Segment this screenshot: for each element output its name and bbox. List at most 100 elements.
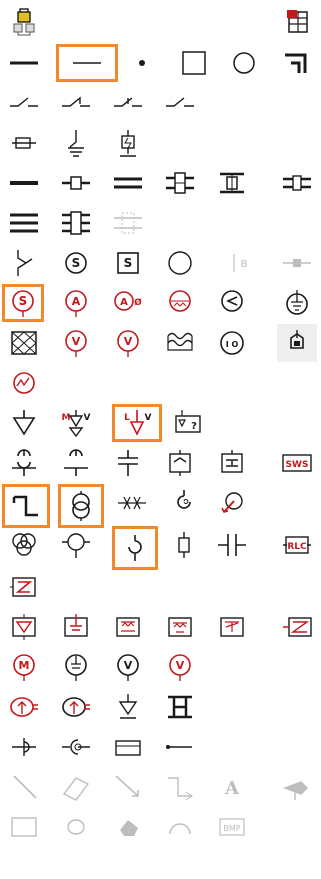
draw-rect-icon [4,808,44,846]
ground-lv-tool[interactable]: L V [112,404,162,442]
source-s-box-label: S [124,256,133,270]
table-grid-icon[interactable] [277,4,317,42]
voltmeter-3-icon[interactable]: V [108,648,148,686]
coil-2-icon[interactable] [56,444,96,482]
protection-6-icon[interactable] [277,608,317,646]
direction-meter-icon[interactable] [212,284,252,322]
ammeter-digital-a: A [120,297,128,308]
rlc-icon[interactable]: RLC [277,526,317,564]
ground-down-icon[interactable] [108,688,148,726]
voltmeter-icon[interactable]: V [56,324,96,362]
voltmeter-3-label: V [124,659,133,672]
transformer-tool[interactable] [58,484,104,528]
plug-icon[interactable] [4,728,44,766]
protection-3-icon[interactable] [108,608,148,646]
spiral-icon[interactable] [164,484,204,522]
circle-icon[interactable] [224,44,264,82]
timer-meter-icon[interactable] [4,364,44,402]
io-meter-icon[interactable]: I O [212,324,252,362]
coil-icon[interactable] [4,444,44,482]
generator-box-icon[interactable] [212,444,252,482]
protection-5-icon[interactable] [212,608,252,646]
bracket-icon[interactable] [277,44,317,82]
load-box-icon[interactable] [160,444,200,482]
draw-line-icon [4,768,44,806]
draw-diamond-icon [56,768,96,806]
vertical-breaker-icon[interactable] [212,164,252,202]
rectangle-icon[interactable] [174,44,214,82]
switch-open-icon[interactable] [4,84,44,122]
capacitor-icon[interactable] [212,526,252,564]
lv-label-l: L [124,413,130,423]
busbar-icon[interactable] [4,164,44,202]
draw-bmp-icon: BMP [212,808,252,846]
bus-tie-icon[interactable] [277,164,317,202]
protection-1-icon[interactable] [4,608,44,646]
step-line-tool[interactable] [2,484,50,528]
voltmeter-4-label: V [176,659,185,672]
crossed-coupling-icon[interactable] [112,484,152,522]
protection-2-icon[interactable] [56,608,96,646]
ground-question-label: ? [191,421,197,432]
voltmeter-2-icon[interactable]: V [108,324,148,362]
i-beam-icon[interactable] [160,688,200,726]
zener-box-icon[interactable] [4,568,44,606]
arrow-up-meter-2-icon[interactable] [56,688,96,726]
double-bus-icon[interactable] [108,164,148,202]
mv-ground-icon[interactable]: M V [56,404,96,442]
socket-icon[interactable] [56,728,96,766]
fuse-icon[interactable] [4,124,44,162]
ac-source-icon[interactable] [160,324,200,362]
switch-open-3-icon[interactable] [108,84,148,122]
lock-network-icon[interactable] [4,4,44,42]
ground-icon[interactable] [56,124,96,162]
draw-polyline-icon [160,768,200,806]
arrester-icon[interactable] [108,124,148,162]
ground-meter-icon[interactable] [277,284,317,322]
double-breaker-icon[interactable] [160,164,200,202]
source-s-box-icon[interactable]: S [108,244,148,282]
switch-open-2-icon[interactable] [56,84,96,122]
arrow-up-meter-icon[interactable] [4,688,44,726]
breaker-icon[interactable] [56,164,96,202]
triple-breaker-icon[interactable] [56,204,96,242]
wire-connector-icon[interactable] [160,728,200,766]
capacitor-ground-icon[interactable] [108,444,148,482]
ground-triangle-icon[interactable] [4,404,44,442]
line-tool[interactable] [56,44,118,82]
switch-open-4-icon[interactable] [160,84,200,122]
three-winding-icon[interactable] [4,526,44,564]
source-s-icon[interactable]: S [56,244,96,282]
spiral-red-icon[interactable] [212,484,252,522]
protection-4-icon[interactable] [160,608,200,646]
lv-label-v: V [145,413,152,423]
ammeter-digital-icon[interactable]: A Ø [108,284,148,322]
terminal-box-icon[interactable] [108,728,148,766]
meter-ground-icon[interactable] [56,648,96,686]
mesh-box-icon[interactable] [4,324,44,362]
voltmeter-4-icon[interactable]: V [160,648,200,686]
voltmeter-label: V [72,335,81,348]
dot-icon[interactable] [122,44,162,82]
wattmeter-icon[interactable] [160,284,200,322]
rlc-label: RLC [287,542,307,552]
ammeter-digital-d: Ø [134,297,142,308]
draw-ellipse-icon [56,808,96,846]
ammeter-icon[interactable]: A [56,284,96,322]
zigzag-switch-icon[interactable] [4,244,44,282]
source-s-label: S [72,256,81,270]
symbol-palette: S S B S A A Ø V V I O M V L V ? SWS RLC … [0,0,321,879]
triple-bus-icon[interactable] [4,204,44,242]
relay-icon[interactable] [277,324,317,362]
ground-question-icon[interactable]: ? [168,404,208,442]
hook-tool[interactable] [112,526,158,570]
meter-s-tool[interactable]: S [2,284,44,322]
disabled-breaker-icon [108,204,148,242]
draw-text-label: A [224,778,240,799]
two-winding-icon[interactable] [56,526,96,564]
empty-circle-icon[interactable] [160,244,200,282]
motor-m-icon[interactable]: M [4,648,44,686]
sws-icon[interactable]: SWS [277,444,317,482]
capacitor-vertical-icon[interactable] [164,526,204,564]
thick-line-icon[interactable] [4,44,44,82]
